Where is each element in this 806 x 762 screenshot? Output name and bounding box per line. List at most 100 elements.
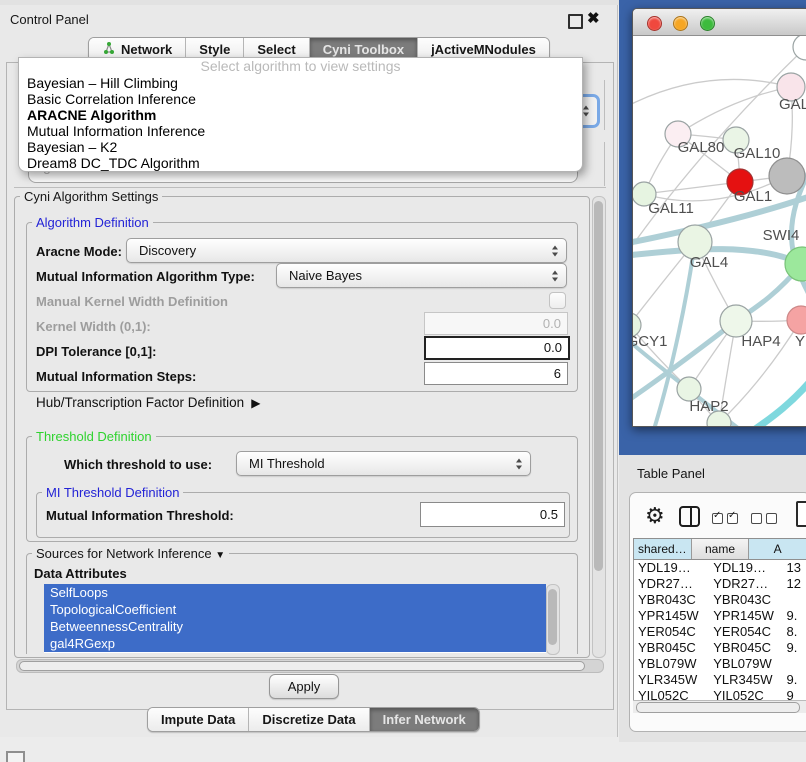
network-canvas[interactable]: GALGAL80GAL10GAL1GAL11SWI4GAL4GCY1HAP4YH… bbox=[633, 36, 806, 426]
gear-icon[interactable]: ⚙ bbox=[645, 505, 665, 527]
dropdown-item-label: Dream8 DC_TDC Algorithm bbox=[27, 155, 200, 171]
zoom-traffic-light[interactable] bbox=[700, 16, 715, 31]
bottom-tab[interactable]: Impute Data bbox=[148, 708, 249, 731]
mi-steps-label: Mutual Information Steps: bbox=[36, 369, 196, 384]
attributes-vertical-scrollbar[interactable] bbox=[546, 584, 560, 655]
table-row[interactable]: YLR345W YLR345W 9. bbox=[634, 672, 806, 688]
kernel-width-input[interactable]: 0.0 bbox=[424, 312, 568, 335]
cell-shared-name: YIL052C bbox=[634, 688, 709, 700]
network-node-label: GAL4 bbox=[690, 254, 728, 271]
sources-group-title[interactable]: Sources for Network Inference ▼ bbox=[32, 546, 229, 561]
dropdown-item[interactable]: Dream8 DC_TDC Algorithm bbox=[19, 155, 582, 171]
table-horizontal-scrollbar-thumb[interactable] bbox=[636, 702, 800, 713]
table-row[interactable]: YDR27… YDR27… 12 bbox=[634, 576, 806, 592]
table-header-cell[interactable]: A bbox=[749, 539, 806, 559]
hub-definition-toggle[interactable]: Hub/Transcription Factor Definition ▶ bbox=[36, 395, 260, 410]
network-node-label: GCY1 bbox=[633, 333, 667, 350]
network-window-titlebar[interactable] bbox=[633, 9, 806, 36]
network-node[interactable] bbox=[787, 306, 806, 334]
column-layout-icon[interactable] bbox=[679, 506, 700, 527]
apply-button[interactable]: Apply bbox=[269, 674, 339, 699]
cell-value bbox=[783, 592, 806, 608]
unchecked-box-icon bbox=[766, 513, 777, 524]
manual-kernel-checkbox[interactable] bbox=[549, 292, 566, 309]
dropdown-item-label: Bayesian – Hill Climbing bbox=[27, 75, 178, 91]
mini-panel-icon[interactable] bbox=[6, 751, 25, 762]
attribute-item-label: BetweennessCentrality bbox=[50, 619, 183, 634]
network-edge[interactable] bbox=[644, 182, 740, 194]
cell-shared-name: YPR145W bbox=[634, 608, 709, 624]
tab-label: Select bbox=[257, 42, 295, 57]
network-node[interactable] bbox=[769, 158, 805, 194]
dropdown-item[interactable]: Mutual Information Inference bbox=[19, 123, 582, 139]
network-node-label: HAP4 bbox=[741, 333, 780, 350]
dropdown-item-label: Mutual Information Inference bbox=[27, 123, 205, 139]
settings-horizontal-scrollbar-thumb[interactable] bbox=[19, 661, 585, 671]
which-threshold-label: Which threshold to use: bbox=[64, 457, 212, 472]
cell-shared-name: YBR045C bbox=[634, 640, 709, 656]
settings-vertical-scrollbar[interactable] bbox=[592, 196, 606, 658]
threshold-definition-title: Threshold Definition bbox=[32, 429, 156, 444]
group-border-fragment bbox=[604, 142, 605, 186]
table-horizontal-scrollbar[interactable] bbox=[633, 700, 806, 713]
attribute-item[interactable]: BetweennessCentrality bbox=[44, 618, 546, 635]
cell-shared-name: YDL19… bbox=[634, 560, 709, 576]
network-node-label: GAL bbox=[779, 96, 806, 113]
table-row[interactable]: YBR045C YBR045C 9. bbox=[634, 640, 806, 656]
cell-value bbox=[783, 656, 806, 672]
table-header-cell[interactable]: shared… bbox=[634, 539, 692, 559]
bottom-tab[interactable]: Discretize Data bbox=[249, 708, 369, 731]
minimize-traffic-light[interactable] bbox=[673, 16, 688, 31]
table-row[interactable]: YER054C YER054C 8. bbox=[634, 624, 806, 640]
table-row[interactable]: YPR145W YPR145W 9. bbox=[634, 608, 806, 624]
close-icon[interactable]: ✖ bbox=[587, 12, 600, 26]
mi-type-label: Mutual Information Algorithm Type: bbox=[36, 269, 255, 284]
document-icon[interactable] bbox=[796, 501, 806, 527]
bottom-tab-label: Impute Data bbox=[161, 712, 235, 727]
dropdown-item[interactable]: Bayesian – Hill Climbing bbox=[19, 75, 582, 91]
which-threshold-select[interactable]: MI Threshold bbox=[236, 451, 531, 476]
attributes-scrollbar-thumb[interactable] bbox=[548, 589, 557, 645]
bottom-tabs: Impute Data Discretize Data Infer Networ… bbox=[147, 707, 480, 732]
cell-value: 9 bbox=[783, 688, 806, 700]
dropdown-item[interactable]: Basic Correlation Inference bbox=[19, 91, 582, 107]
table-header-label: name bbox=[705, 542, 735, 556]
cell-name: YIL052C bbox=[709, 688, 782, 700]
cell-name: YBL079W bbox=[709, 656, 782, 672]
bottom-tab[interactable]: Infer Network bbox=[370, 708, 479, 731]
network-edge[interactable] bbox=[633, 79, 791, 111]
select-all-icon[interactable]: ✓✓ bbox=[712, 511, 742, 529]
mi-threshold-input[interactable]: 0.5 bbox=[420, 502, 565, 527]
mi-type-select[interactable]: Naive Bayes bbox=[276, 263, 567, 288]
table-header-cell[interactable]: name bbox=[692, 539, 750, 559]
dpi-tolerance-input[interactable]: 0.0 bbox=[424, 336, 570, 360]
cell-name: YBR045C bbox=[709, 640, 782, 656]
tab-label: jActiveMNodules bbox=[431, 42, 536, 57]
network-node[interactable] bbox=[793, 36, 806, 60]
attribute-item[interactable]: TopologicalCoefficient bbox=[44, 601, 546, 618]
attribute-item[interactable]: gal4RGexp bbox=[44, 635, 546, 652]
mi-type-value: Naive Bayes bbox=[289, 268, 362, 283]
settings-horizontal-scrollbar[interactable] bbox=[16, 659, 604, 673]
table-row[interactable]: YDL19… YDL19… 13 bbox=[634, 560, 806, 576]
table-panel-title: Table Panel bbox=[637, 466, 705, 481]
dropdown-item[interactable]: ARACNE Algorithm bbox=[19, 107, 582, 123]
table-row[interactable]: YBL079W YBL079W bbox=[634, 656, 806, 672]
settings-vertical-scrollbar-thumb[interactable] bbox=[594, 201, 603, 571]
attribute-item[interactable]: SelfLoops bbox=[44, 584, 546, 601]
table-row[interactable]: YBR043C YBR043C bbox=[634, 592, 806, 608]
which-threshold-value: MI Threshold bbox=[249, 456, 325, 471]
unchecked-box-icon bbox=[751, 513, 762, 524]
network-edge[interactable] bbox=[751, 378, 806, 426]
float-icon[interactable] bbox=[568, 14, 583, 29]
dropdown-item[interactable]: Bayesian – K2 bbox=[19, 139, 582, 155]
deselect-all-icon[interactable] bbox=[751, 511, 781, 529]
dropdown-placeholder: Select algorithm to view settings bbox=[19, 58, 582, 75]
mi-steps-input[interactable]: 6 bbox=[424, 362, 568, 385]
network-node-label: GAL80 bbox=[678, 139, 725, 156]
table-row[interactable]: YIL052C YIL052C 9 bbox=[634, 688, 806, 700]
aracne-mode-select[interactable]: Discovery bbox=[126, 238, 567, 263]
sources-group-title-text: Sources for Network Inference bbox=[36, 546, 212, 561]
manual-kernel-label: Manual Kernel Width Definition bbox=[36, 294, 228, 309]
close-traffic-light[interactable] bbox=[647, 16, 662, 31]
